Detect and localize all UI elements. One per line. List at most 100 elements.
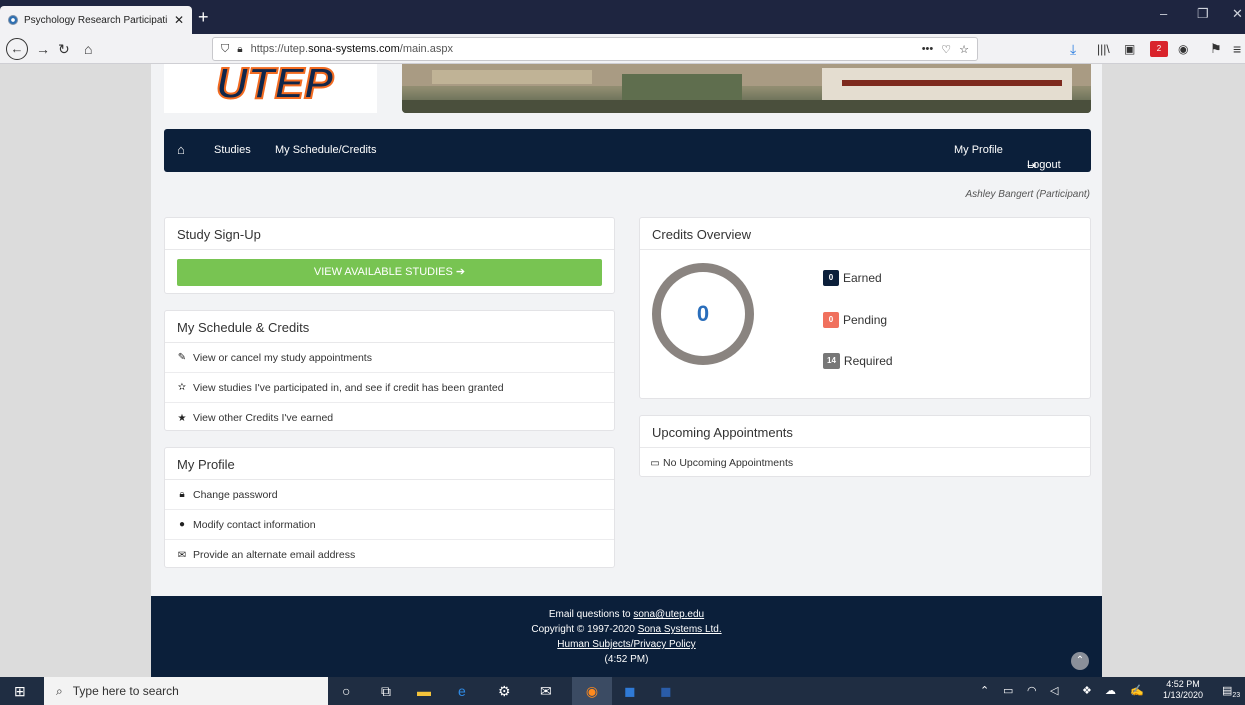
dropbox-icon[interactable]: ❖	[1082, 682, 1092, 700]
copyright-text: Copyright © 1997-2020	[531, 624, 638, 635]
notification-count: 23	[1232, 692, 1241, 700]
company-link[interactable]: Sona Systems Ltd.	[638, 624, 722, 635]
close-window-icon[interactable]: ✕	[1232, 6, 1243, 22]
email-link[interactable]: sona@utep.edu	[633, 609, 704, 620]
user-icon: ●	[178, 519, 186, 530]
menu-icon[interactable]: ≡	[1233, 39, 1241, 59]
nav-studies[interactable]: Studies	[214, 144, 251, 156]
minimize-icon[interactable]: –	[1160, 6, 1167, 21]
required-badge: 14	[823, 353, 840, 369]
footer-copyright-line: Copyright © 1997-2020 Sona Systems Ltd.	[151, 622, 1102, 637]
taskbar-search-box[interactable]: ⌕ Type here to search	[44, 677, 328, 705]
restore-icon[interactable]: ❐	[1197, 6, 1209, 22]
notifications-icon[interactable]: ▤23	[1222, 682, 1240, 705]
address-bar[interactable]: ⛉ 🔒︎ https://utep.sona-systems.com/main.…	[212, 37, 978, 61]
shield-icon[interactable]: ⛉	[221, 43, 229, 56]
taskbar-clock[interactable]: 4:52 PM 1/13/2020	[1163, 679, 1203, 701]
campus-banner-image	[402, 64, 1091, 113]
link-label: View or cancel my study appointments	[193, 351, 372, 364]
pending-badge: 0	[823, 312, 839, 328]
firefox-icon[interactable]: ◉	[572, 677, 612, 705]
my-profile-title: My Profile	[165, 448, 614, 480]
url-text[interactable]: https://utep.sona-systems.com/main.aspx	[251, 43, 453, 55]
utep-logo: UTEP	[164, 64, 377, 113]
privacy-policy-link[interactable]: Human Subjects/Privacy Policy	[557, 639, 695, 650]
tab-title: Psychology Research Participati	[24, 14, 168, 26]
my-profile-panel: My Profile 🔒︎ Change password ● Modify con…	[164, 447, 615, 568]
required-label: Required	[843, 354, 893, 368]
upcoming-appointments-panel: Upcoming Appointments ▭ No Upcoming Appoi…	[639, 415, 1091, 477]
clock-time: 4:52 PM	[1166, 679, 1200, 689]
new-tab-icon[interactable]: +	[198, 6, 209, 28]
view-available-studies-button[interactable]: VIEW AVAILABLE STUDIES ➔	[177, 259, 602, 286]
battery-icon[interactable]: ▭	[1003, 682, 1013, 700]
word-icon[interactable]: ◼	[660, 682, 672, 700]
page-viewport: UTEP ⌂ Studies My Schedule/Credits My Pr…	[0, 64, 1245, 677]
forward-icon[interactable]: →	[36, 39, 50, 59]
schedule-credits-panel: My Schedule & Credits ✎ View or cancel my…	[164, 310, 615, 431]
credits-total: 0	[696, 301, 710, 326]
browser-tab-strip: Psychology Research Participati ✕ + – ❐ …	[0, 0, 1245, 34]
mail-icon[interactable]: ✉	[540, 682, 552, 700]
library-icon[interactable]: |||\	[1097, 39, 1110, 59]
home-icon[interactable]: ⌂	[84, 39, 92, 59]
nav-schedule-credits[interactable]: My Schedule/Credits	[275, 144, 377, 156]
extension-gift-icon[interactable]: ⚑	[1210, 39, 1222, 59]
link-label: Provide an alternate email address	[193, 549, 356, 561]
view-other-credits-link[interactable]: ★ View other Credits I've earned	[165, 403, 614, 433]
home-nav-icon[interactable]: ⌂	[177, 142, 185, 157]
task-view-icon[interactable]: ⧉	[381, 682, 391, 700]
change-password-link[interactable]: 🔒︎ Change password	[165, 480, 614, 510]
footer-email-line: Email questions to sona@utep.edu	[151, 607, 1102, 622]
nav-my-profile[interactable]: My Profile	[954, 144, 1003, 156]
cortana-icon[interactable]: ○	[342, 682, 350, 700]
view-participated-studies-link[interactable]: ✫ View studies I've participated in, and …	[165, 373, 614, 403]
search-icon: ⌕	[56, 683, 63, 698]
reload-icon[interactable]: ↻	[58, 39, 70, 59]
modify-contact-link[interactable]: ● Modify contact information	[165, 510, 614, 540]
page-content: UTEP ⌂ Studies My Schedule/Credits My Pr…	[151, 64, 1102, 677]
earned-badge: 0	[823, 270, 839, 286]
account-icon[interactable]: ◉	[1178, 39, 1188, 59]
download-icon[interactable]: ⤓	[1070, 39, 1076, 59]
pending-row: 0 Pending	[823, 312, 887, 328]
sidebar-icon[interactable]: ▣	[1124, 39, 1135, 59]
windows-start-icon[interactable]: ⊞	[14, 682, 26, 700]
close-tab-icon[interactable]: ✕	[174, 13, 184, 27]
search-placeholder: Type here to search	[72, 684, 179, 698]
pocket-icon[interactable]: ♡	[941, 43, 951, 56]
alternate-email-link[interactable]: ✉ Provide an alternate email address	[165, 540, 614, 570]
back-icon[interactable]: ←	[6, 38, 28, 60]
study-signup-title: Study Sign-Up	[165, 218, 614, 250]
link-label: View studies I've participated in, and s…	[193, 381, 504, 394]
logout-icon: ⇥	[1027, 160, 1037, 172]
extension-icon[interactable]: 2	[1150, 41, 1168, 57]
lock-icon[interactable]: 🔒︎	[237, 44, 242, 55]
earned-row: 0 Earned	[823, 270, 882, 286]
view-cancel-appointments-link[interactable]: ✎ View or cancel my study appointments	[165, 343, 614, 373]
show-hidden-icons-icon[interactable]: ⌃	[980, 682, 989, 700]
settings-icon[interactable]: ⚙	[498, 682, 511, 700]
outlook-icon[interactable]: ◼	[624, 682, 636, 700]
bookmark-star-icon[interactable]: ☆	[959, 43, 969, 56]
half-star-icon: ✫	[177, 382, 187, 393]
arrow-circle-right-icon: ➔	[455, 266, 466, 278]
credits-overview-panel: Credits Overview 0 0 Earned 0 Pending 14 Re…	[639, 217, 1091, 399]
lock-icon: 🔒︎	[179, 489, 185, 500]
link-label: Modify contact information	[193, 518, 316, 531]
study-signup-panel: Study Sign-Up VIEW AVAILABLE STUDIES ➔	[164, 217, 615, 294]
wifi-icon[interactable]: ◠	[1027, 682, 1037, 700]
edge-icon[interactable]: e	[458, 682, 466, 700]
volume-icon[interactable]: ◁	[1050, 682, 1058, 700]
credits-overview-title: Credits Overview	[640, 218, 1090, 250]
file-explorer-icon[interactable]: ▬	[417, 682, 431, 700]
page-footer: Email questions to sona@utep.edu Copyrig…	[151, 596, 1102, 677]
credits-total-donut: 0	[652, 263, 754, 365]
pen-icon[interactable]: ✍	[1130, 682, 1144, 700]
browser-toolbar: ← → ↻ ⌂ ⛉ 🔒︎ https://utep.sona-systems.c…	[0, 34, 1245, 64]
onedrive-icon[interactable]: ☁	[1105, 682, 1116, 700]
browser-tab[interactable]: Psychology Research Participati ✕	[0, 6, 192, 34]
page-actions-icon[interactable]: •••	[922, 43, 934, 55]
banner-graphic	[402, 64, 1091, 113]
scroll-to-top-icon[interactable]: ⌃	[1071, 652, 1089, 670]
